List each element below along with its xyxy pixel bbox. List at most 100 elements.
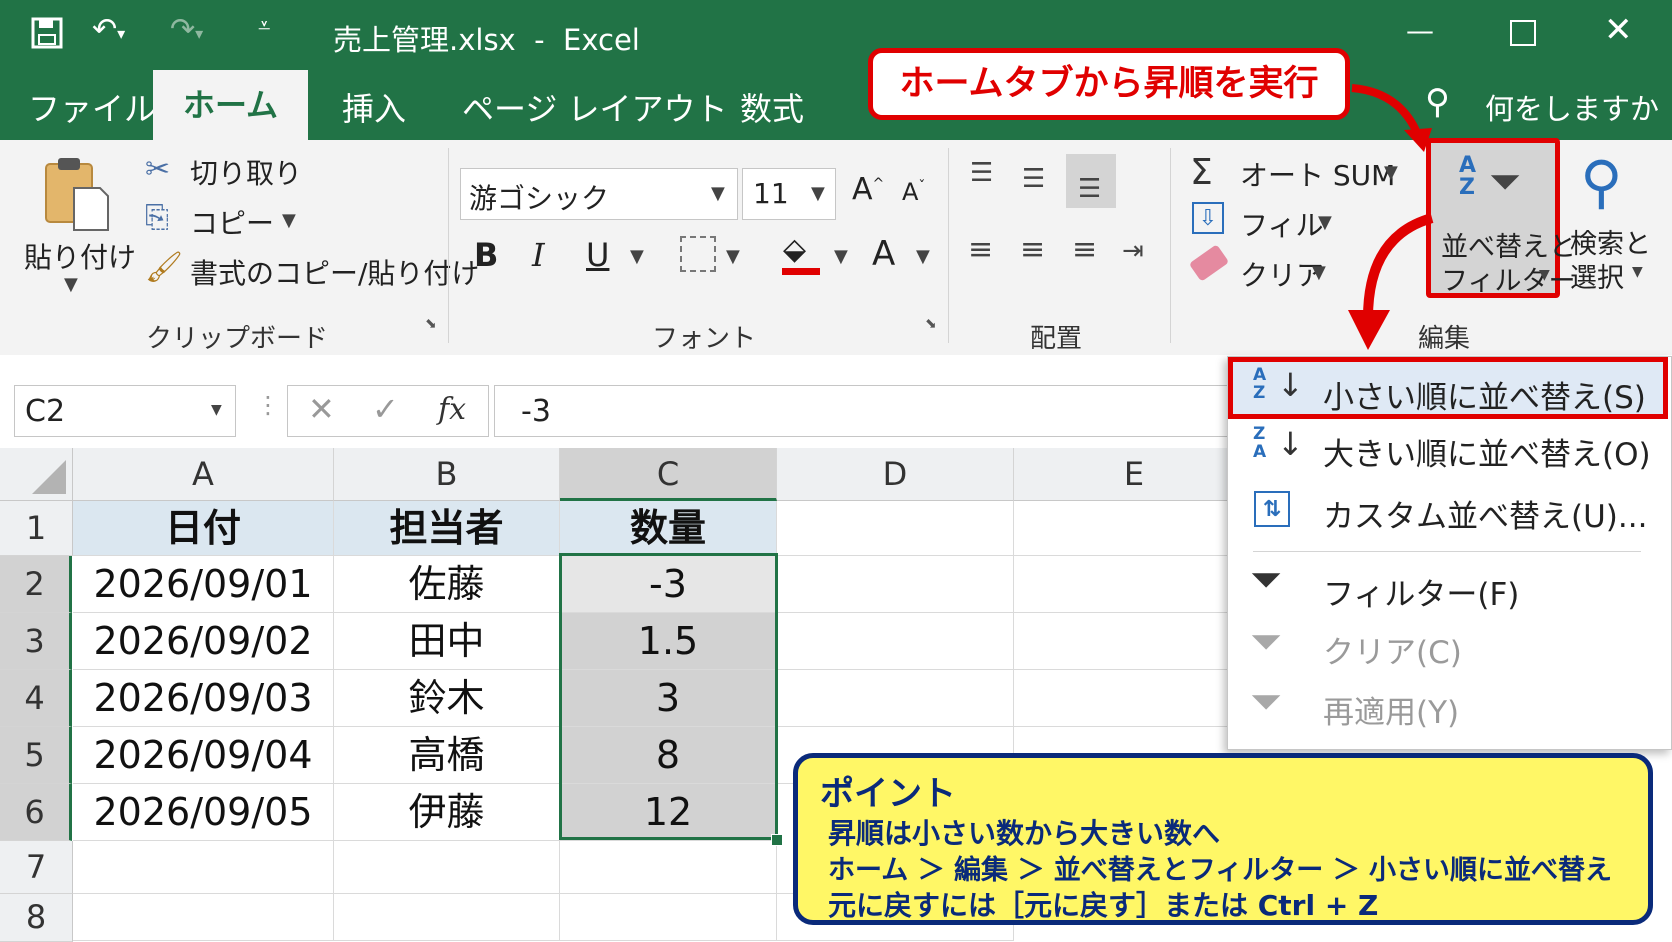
row-header-7[interactable]: 7 — [0, 841, 73, 894]
grow-font-button[interactable]: A^ — [852, 172, 884, 207]
menu-item-sort-descending[interactable]: ZA ↓ 大きい順に並べ替え(O) — [1228, 421, 1668, 481]
menu-item-sort-ascending[interactable]: AZ ↓ 小さい順に並べ替え(S) — [1228, 357, 1668, 419]
column-header-b[interactable]: B — [334, 448, 560, 501]
column-header-e[interactable]: E — [1014, 448, 1255, 501]
column-header-a[interactable]: A — [73, 448, 334, 501]
align-center-icon[interactable]: ≡ — [1020, 232, 1045, 267]
row-header-8[interactable]: 8 — [0, 894, 73, 942]
enter-icon[interactable]: ✓ — [372, 390, 399, 428]
format-painter-button[interactable]: 書式のコピー/貼り付け — [190, 252, 479, 292]
table-cell-owner[interactable]: 伊藤 — [334, 784, 560, 841]
fill-dropdown-icon[interactable]: ▼ — [1318, 212, 1332, 233]
fill-color-icon[interactable]: ⬙ — [783, 232, 806, 267]
row-header-6[interactable]: 6 — [0, 784, 72, 841]
row-header-3[interactable]: 3 — [0, 613, 72, 670]
borders-icon[interactable] — [680, 236, 716, 272]
tab-formulas[interactable]: 数式 — [740, 84, 804, 130]
name-box[interactable]: C2 ▼ — [14, 385, 236, 437]
align-left-icon[interactable]: ≡ — [968, 232, 993, 267]
maximize-icon[interactable] — [1510, 20, 1536, 46]
table-cell-owner[interactable]: 高橋 — [334, 727, 560, 784]
font-size-select[interactable]: 11 ▼ — [742, 168, 836, 220]
cell[interactable] — [560, 841, 777, 894]
column-header-c[interactable]: C — [560, 448, 777, 501]
underline-dropdown-icon[interactable]: ▼ — [630, 246, 644, 267]
row-header-2[interactable]: 2 — [0, 556, 72, 613]
cancel-icon[interactable]: ✕ — [308, 390, 335, 428]
table-header-quantity[interactable]: 数量 — [560, 501, 777, 556]
table-cell-owner[interactable]: 鈴木 — [334, 670, 560, 727]
cell[interactable] — [1014, 670, 1254, 727]
italic-button[interactable]: I — [532, 236, 545, 274]
table-cell-quantity[interactable]: 8 — [560, 727, 777, 784]
menu-item-custom-sort[interactable]: ⇅ カスタム並べ替え(U)... — [1228, 481, 1668, 543]
close-icon[interactable]: ✕ — [1604, 10, 1633, 50]
tell-me-box[interactable]: 何をしますか — [1485, 86, 1659, 128]
table-header-date[interactable]: 日付 — [73, 501, 334, 556]
save-icon[interactable] — [30, 16, 64, 58]
table-cell-date[interactable]: 2026/09/04 — [73, 727, 334, 784]
tab-page-layout[interactable]: ページ レイアウト — [462, 84, 728, 130]
cell[interactable] — [334, 894, 560, 941]
dialog-launcher-icon[interactable]: ⬊ — [425, 316, 437, 332]
formula-input[interactable]: -3 — [494, 385, 1236, 437]
cell[interactable] — [334, 841, 560, 894]
tab-insert[interactable]: 挿入 — [342, 84, 406, 130]
table-cell-quantity[interactable]: 12 — [560, 784, 777, 841]
table-cell-quantity[interactable]: 3 — [560, 670, 777, 727]
dialog-launcher-icon[interactable]: ⬊ — [925, 316, 937, 332]
table-cell-owner[interactable]: 佐藤 — [334, 556, 560, 613]
table-cell-owner[interactable]: 田中 — [334, 613, 560, 670]
copy-dropdown-icon[interactable]: ▼ — [282, 210, 296, 231]
find-select-label-2[interactable]: 選択 — [1570, 256, 1624, 295]
row-header-5[interactable]: 5 — [0, 727, 72, 784]
table-cell-date[interactable]: 2026/09/03 — [73, 670, 334, 727]
fill-button[interactable]: フィル — [1240, 204, 1323, 244]
menu-item-filter[interactable]: ⏷ フィルター(F) — [1228, 557, 1668, 617]
cell[interactable] — [777, 556, 1014, 613]
cut-button[interactable]: 切り取り — [190, 152, 302, 192]
font-color-button[interactable]: A — [872, 234, 895, 274]
customize-quick-access-icon[interactable]: ⩡ — [258, 14, 270, 39]
table-cell-date[interactable]: 2026/09/05 — [73, 784, 334, 841]
align-bottom-button[interactable]: ☰ — [1066, 154, 1116, 208]
align-top-icon[interactable]: ☰ — [970, 158, 993, 188]
autosum-button[interactable]: オート SUM — [1240, 154, 1395, 194]
font-color-dropdown-icon[interactable]: ▼ — [916, 246, 930, 267]
column-header-d[interactable]: D — [777, 448, 1014, 501]
cell[interactable] — [1014, 613, 1254, 670]
cell[interactable] — [73, 894, 334, 941]
cell[interactable] — [1014, 556, 1254, 613]
table-cell-date[interactable]: 2026/09/02 — [73, 613, 334, 670]
tab-home[interactable]: ホーム — [153, 70, 309, 140]
cell[interactable] — [777, 501, 1014, 556]
merge-center-icon[interactable]: ⇥ — [1122, 236, 1144, 266]
shrink-font-button[interactable]: Aˇ — [902, 178, 925, 206]
underline-button[interactable]: U — [586, 236, 609, 274]
bold-button[interactable]: B — [474, 236, 498, 274]
table-header-owner[interactable]: 担当者 — [334, 501, 560, 556]
copy-button[interactable]: コピー — [190, 202, 274, 242]
cell[interactable] — [1014, 501, 1254, 556]
table-cell-quantity[interactable]: 1.5 — [560, 613, 777, 670]
clear-dropdown-icon[interactable]: ▼ — [1312, 262, 1326, 283]
undo-icon[interactable]: ↶▾ — [92, 12, 125, 47]
insert-function-icon[interactable]: fx — [438, 392, 466, 427]
cell[interactable] — [777, 670, 1014, 727]
align-right-icon[interactable]: ≡ — [1072, 232, 1097, 267]
select-all-corner[interactable] — [0, 448, 73, 501]
tab-file[interactable]: ファイル — [28, 84, 156, 130]
autosum-dropdown-icon[interactable]: ▼ — [1384, 162, 1398, 183]
cell[interactable] — [777, 613, 1014, 670]
paste-dropdown-icon[interactable]: ▼ — [64, 274, 78, 295]
row-header-4[interactable]: 4 — [0, 670, 72, 727]
paste-button[interactable]: 貼り付け — [24, 236, 136, 276]
fill-handle[interactable] — [771, 834, 783, 846]
fill-color-dropdown-icon[interactable]: ▼ — [834, 246, 848, 267]
table-cell-quantity-active[interactable]: -3 — [560, 556, 777, 613]
clipboard-icon[interactable] — [42, 154, 110, 236]
font-name-select[interactable]: 游ゴシック ▼ — [460, 168, 738, 220]
align-middle-icon[interactable]: ☰ — [1022, 164, 1045, 194]
row-header-1[interactable]: 1 — [0, 501, 73, 556]
chevron-down-icon[interactable]: ▼ — [1632, 264, 1643, 280]
